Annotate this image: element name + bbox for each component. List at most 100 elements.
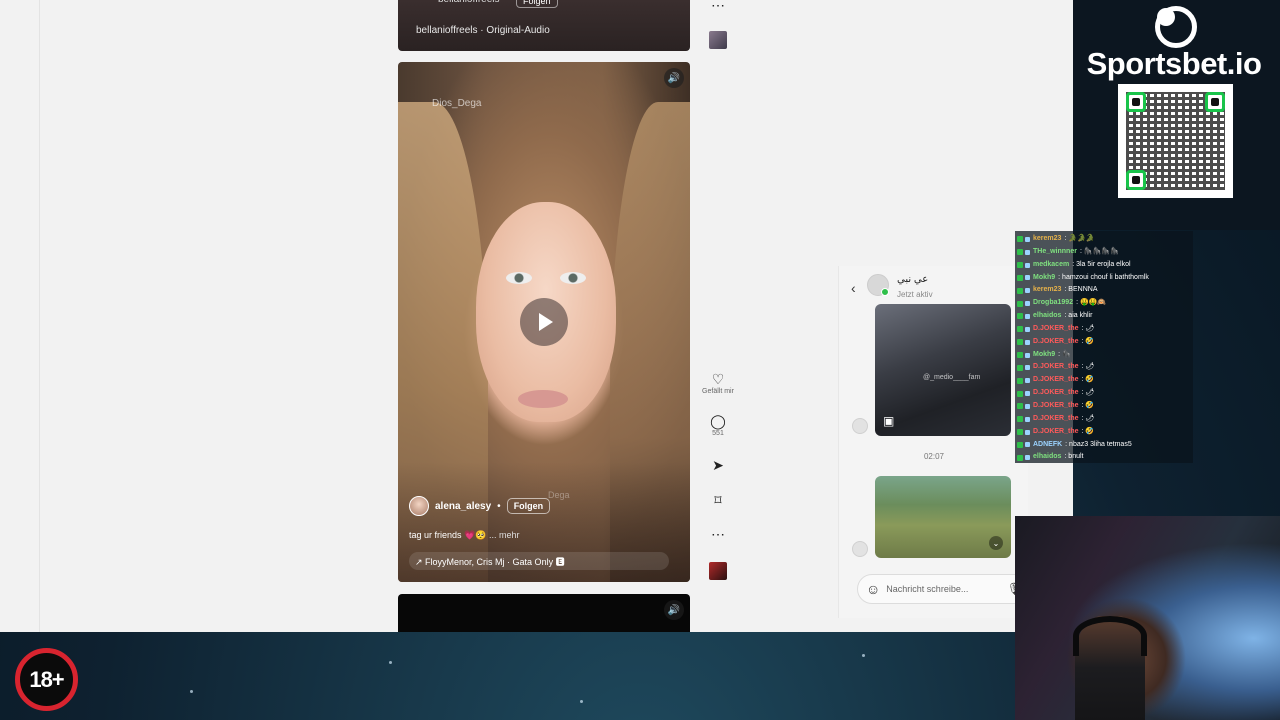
chat-text: : 🤣 (1081, 376, 1095, 384)
reel-icon: ▣ (883, 414, 895, 428)
like-button[interactable]: ♡ Gefällt mir (698, 372, 738, 395)
more-link[interactable]: ... mehr (489, 530, 520, 540)
chat-message: ADNEFK: nbaz3 3liha tetmas5 (1017, 439, 1191, 452)
message-input[interactable]: ☺ Nachricht schreibe... 🎙 (857, 574, 1029, 604)
chat-username[interactable]: D.JOKER_the (1032, 361, 1080, 374)
sponsor-logo-icon (1155, 6, 1197, 48)
reel-author: alena_alesy • Folgen (409, 496, 551, 516)
chat-message: Drogba1992: 🤑🤑🙉 (1017, 297, 1191, 310)
chat-badge-icon (1017, 352, 1023, 359)
chat-badge-icon (1025, 262, 1030, 268)
chat-badge-icon (1025, 313, 1030, 319)
comment-button[interactable]: ◯ 551 (698, 414, 738, 437)
chat-username[interactable]: D.JOKER_the (1032, 413, 1080, 426)
audio-thumbnail-icon[interactable] (709, 562, 727, 580)
reel-next[interactable]: 🔊 (398, 594, 690, 632)
dm-contact-status: Jetzt aktiv (897, 290, 933, 299)
chat-text: : BENNNA (1064, 286, 1098, 294)
like-label: Gefällt mir (702, 388, 734, 395)
chat-username[interactable]: D.JOKER_the (1032, 426, 1080, 439)
chat-username[interactable]: D.JOKER_the (1032, 336, 1080, 349)
reel-username[interactable]: alena_alesy (435, 501, 491, 512)
reel-audio[interactable]: bellanioffreels · Original-Audio (416, 25, 550, 36)
chat-badge-icon (1025, 416, 1030, 422)
chat-username[interactable]: elhaidos (1032, 451, 1062, 464)
share-button[interactable]: ➤ (698, 458, 738, 472)
dm-shared-reel[interactable]: @_medio____fam ▣ (875, 304, 1011, 436)
follow-button[interactable]: Folgen (516, 0, 558, 8)
chat-text: : bnult (1064, 453, 1084, 461)
video-frame-part (506, 272, 532, 284)
reel-audio[interactable]: ↗ FloyyMenor, Cris Mj · Gata Only 🅴 (409, 552, 669, 570)
chat-badge-icon (1017, 287, 1023, 294)
chat-message: medkacem: 3la 5ir erojla elkol (1017, 259, 1191, 272)
send-icon: ➤ (712, 457, 724, 473)
more-options-icon[interactable]: ⋯ (698, 0, 738, 12)
chat-badge-icon (1017, 313, 1023, 320)
save-button[interactable]: ⌑ (698, 493, 738, 507)
chat-username[interactable]: Mokh9 (1032, 349, 1056, 362)
dm-contact-name[interactable]: عي نبي (897, 274, 928, 285)
chat-message: D.JOKER_the: 🌶 (1017, 387, 1191, 400)
heart-icon: ♡ (711, 371, 725, 387)
chat-text: : 🐊🐊🐊 (1064, 235, 1095, 242)
comment-icon: ◯ (710, 413, 726, 429)
chat-username[interactable]: ADNEFK (1032, 439, 1063, 452)
chat-badge-icon (1025, 275, 1030, 281)
chevron-down-icon[interactable]: ⌄ (989, 536, 1003, 550)
follow-button[interactable]: Folgen (506, 498, 551, 514)
chat-badge-icon (1017, 249, 1023, 256)
headset (1073, 616, 1147, 656)
chat-username[interactable]: medkacem (1032, 259, 1070, 272)
chat-badge-icon (1025, 455, 1030, 461)
chat-username[interactable]: elhaidos (1032, 310, 1062, 323)
reel-previous[interactable]: bellanioffreels Folgen bellanioffreels ·… (398, 0, 690, 51)
audio-thumbnail-icon[interactable] (709, 31, 727, 49)
chat-username[interactable]: kerem23 (1032, 233, 1062, 246)
chat-badge-icon (1017, 403, 1023, 410)
chat-username[interactable]: THe_winnner (1032, 246, 1078, 259)
bookmark-icon: ⌑ (714, 492, 722, 508)
chat-badge-icon (1017, 339, 1023, 346)
emoji-icon[interactable]: ☺ (866, 581, 880, 597)
reel-username[interactable]: bellanioffreels (438, 0, 500, 5)
reel-video[interactable]: Dios_Dega Dega 🔊 alena_alesy • Folgen ta… (398, 62, 690, 582)
chat-username[interactable]: Drogba1992 (1032, 297, 1074, 310)
chat-badge-icon (1017, 300, 1023, 307)
chat-username[interactable]: Mokh9 (1032, 272, 1056, 285)
avatar[interactable] (409, 496, 429, 516)
chat-username[interactable]: D.JOKER_the (1032, 400, 1080, 413)
chat-badge-icon (1025, 326, 1030, 332)
age-rating-badge: 18+ (15, 648, 78, 711)
chat-text: : 🤑🤑🙉 (1076, 299, 1107, 307)
chat-username[interactable]: kerem23 (1032, 284, 1062, 297)
chat-text: : 🌶 (1081, 324, 1095, 332)
chat-username[interactable]: D.JOKER_the (1032, 387, 1080, 400)
chat-message: kerem23: BENNNA (1017, 284, 1191, 297)
chat-username[interactable]: D.JOKER_the (1032, 323, 1080, 336)
chat-badge-icon (1025, 403, 1030, 409)
chat-username[interactable]: D.JOKER_the (1032, 374, 1080, 387)
chat-text: : 🤣 (1081, 427, 1095, 435)
avatar (852, 418, 868, 434)
chat-message: Mokh9: hamzoui chouf li baththomlk (1017, 272, 1191, 285)
chat-message: D.JOKER_the: 🌶 (1017, 361, 1191, 374)
video-watermark: Dios_Dega (432, 98, 482, 109)
chevron-left-icon[interactable]: ‹ (851, 280, 856, 296)
chat-text: : 🤣 (1081, 401, 1095, 409)
volume-icon[interactable]: 🔊 (664, 600, 684, 620)
play-icon[interactable] (520, 298, 568, 346)
volume-icon[interactable]: 🔊 (664, 68, 684, 88)
chat-badge-icon (1017, 441, 1023, 448)
sponsor-name: Sportsbet.io (1086, 46, 1262, 81)
chat-message: elhaidos: aia khlir (1017, 310, 1191, 323)
caption-text: tag ur friends 💗🥺 (409, 530, 487, 540)
direct-message-panel: ‹ عي نبي Jetzt aktiv @_medio____fam ▣ 02… (838, 266, 1029, 618)
chat-badge-icon (1025, 236, 1030, 242)
more-options-icon[interactable]: ⋯ (698, 527, 738, 541)
chat-message: D.JOKER_the: 🤣 (1017, 374, 1191, 387)
chat-badge-icon (1025, 301, 1030, 307)
chat-badge-icon (1025, 442, 1030, 448)
avatar[interactable] (867, 274, 889, 296)
dm-shared-video[interactable]: ⌄ (875, 476, 1011, 558)
